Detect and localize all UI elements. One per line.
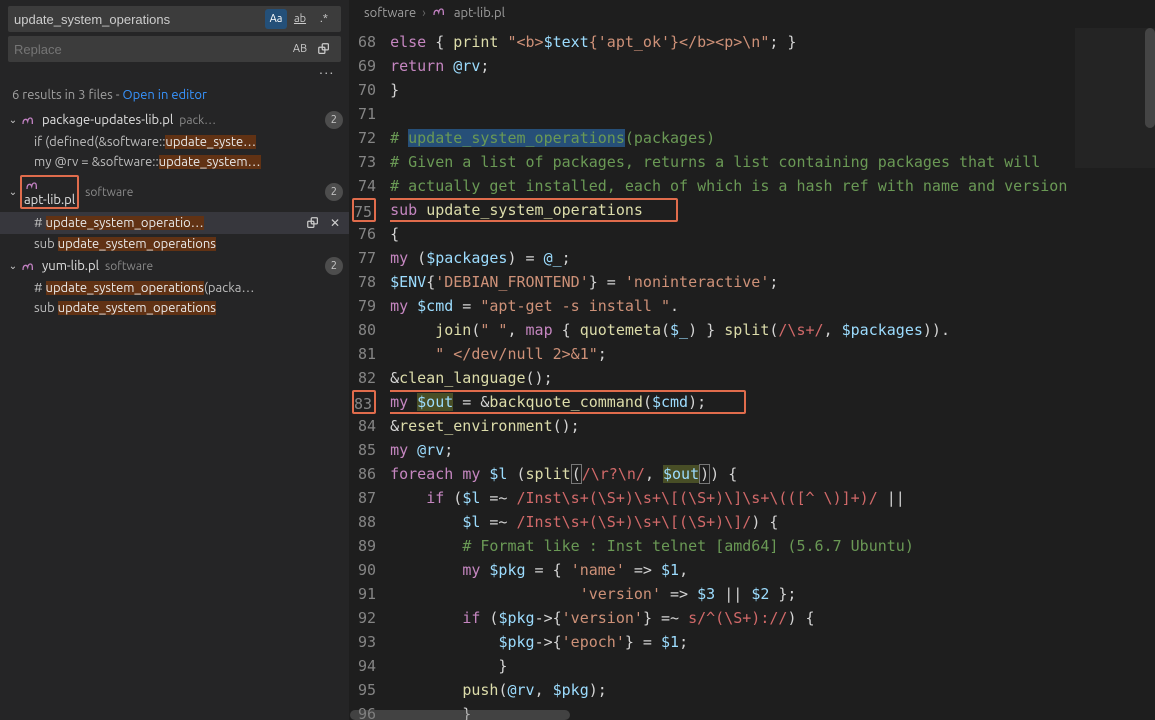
match-count-badge: 2 — [325, 183, 343, 201]
tree-result[interactable]: sub update_system_operations — [0, 298, 349, 318]
match-count-badge: 2 — [325, 111, 343, 129]
editor-pane: software › apt-lib.pl 686970717273747576… — [350, 0, 1155, 720]
search-input-row: Aa ab .* — [8, 6, 341, 32]
tree-result[interactable]: # update_system_operations(packa… — [0, 278, 349, 298]
tree-result[interactable]: sub update_system_operations — [0, 234, 349, 254]
replace-input-row: AB — [8, 36, 341, 62]
breadcrumb-file[interactable]: apt-lib.pl — [454, 6, 505, 20]
replace-all-icon[interactable] — [313, 39, 335, 59]
chevron-down-icon[interactable]: ⌄ — [6, 114, 20, 126]
open-in-editor-link[interactable]: Open in editor — [123, 88, 207, 102]
line-gutter: 6869707172737475767778798081828384858687… — [350, 26, 390, 720]
results-tree[interactable]: ⌄package-updates-lib.plpack…2if (defined… — [0, 108, 349, 720]
match-count-badge: 2 — [325, 257, 343, 275]
tree-file[interactable]: ⌄yum-lib.plsoftware2 — [0, 254, 349, 278]
match-whole-word-toggle[interactable]: ab — [289, 9, 311, 29]
camel-icon — [20, 258, 38, 274]
results-summary: 6 results in 3 files - Open in editor — [0, 82, 349, 108]
tree-file[interactable]: ⌄package-updates-lib.plpack…2 — [0, 108, 349, 132]
tree-result[interactable]: my @rv = &software::update_system… — [0, 152, 349, 172]
dismiss-icon[interactable]: ✕ — [327, 215, 343, 231]
tree-result[interactable]: if (defined(&software::update_syste… — [0, 132, 349, 152]
horizontal-scrollbar[interactable] — [350, 708, 1141, 720]
chevron-down-icon[interactable]: ⌄ — [6, 186, 20, 198]
replace-input[interactable] — [14, 42, 289, 57]
horizontal-scrollbar-thumb[interactable] — [350, 710, 570, 720]
breadcrumbs[interactable]: software › apt-lib.pl — [350, 0, 1155, 26]
preserve-case-toggle[interactable]: AB — [289, 39, 311, 59]
more-actions-button[interactable]: ··· — [0, 66, 349, 82]
code-content[interactable]: else { print "<b>$text{'apt_ok'}</b><p>\… — [390, 26, 1155, 720]
camel-icon — [20, 112, 38, 128]
tree-file[interactable]: ⌄apt-lib.plsoftware2 — [0, 172, 349, 212]
vertical-scrollbar[interactable] — [1141, 28, 1155, 720]
regex-toggle[interactable]: .* — [313, 9, 335, 29]
search-sidebar: Aa ab .* AB ··· 6 results in 3 files - O… — [0, 0, 350, 720]
search-input[interactable] — [14, 12, 265, 27]
code-area[interactable]: 6869707172737475767778798081828384858687… — [350, 26, 1155, 720]
replace-one-icon[interactable] — [305, 215, 321, 231]
camel-icon — [432, 4, 448, 21]
chevron-down-icon[interactable]: ⌄ — [6, 260, 20, 272]
camel-icon — [24, 177, 42, 193]
match-case-toggle[interactable]: Aa — [265, 9, 287, 29]
breadcrumb-folder[interactable]: software — [364, 6, 416, 20]
tree-result[interactable]: # update_system_operatio…✕ — [0, 212, 349, 234]
vertical-scrollbar-thumb[interactable] — [1145, 28, 1155, 128]
